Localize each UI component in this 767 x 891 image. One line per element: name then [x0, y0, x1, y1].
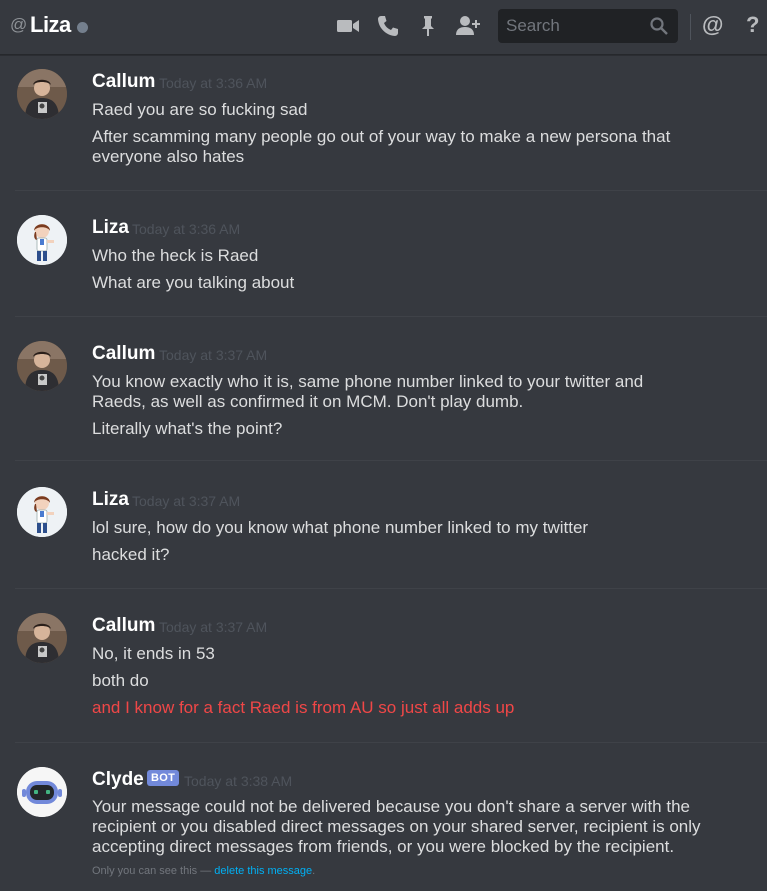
avatar[interactable] — [17, 767, 67, 817]
bot-badge: BOT — [147, 770, 180, 786]
message-divider — [15, 316, 767, 317]
status-indicator — [77, 22, 88, 33]
search-icon[interactable] — [649, 16, 669, 36]
ephemeral-note: Only you can see this — delete this mess… — [92, 865, 315, 877]
message-group: Callum Today at 3:37 AM No, it ends in 5… — [0, 606, 767, 742]
message-timestamp: Today at 3:37 AM — [159, 347, 268, 363]
search-box[interactable] — [498, 9, 678, 43]
ephemeral-end: . — [312, 865, 316, 877]
author-name[interactable]: Liza — [92, 489, 129, 511]
user-avatar-icon — [17, 215, 67, 265]
avatar[interactable] — [17, 487, 67, 537]
message-text: lol sure, how do you know what phone num… — [92, 518, 589, 537]
message-group: Liza Today at 3:37 AM lol sure, how do y… — [0, 480, 767, 588]
author-name[interactable]: Clyde — [92, 769, 144, 791]
avatar[interactable] — [17, 215, 67, 265]
author-name[interactable]: Callum — [92, 615, 155, 637]
message-group: Liza Today at 3:36 AM Who the heck is Ra… — [0, 208, 767, 316]
message-group: Callum Today at 3:37 AM You know exactly… — [0, 334, 767, 460]
message-timestamp: Today at 3:36 AM — [132, 221, 241, 237]
pin-icon[interactable] — [415, 13, 441, 39]
message-divider — [15, 588, 767, 589]
at-icon: @ — [10, 15, 28, 34]
avatar[interactable] — [17, 613, 67, 663]
message-text: After scamming many people go out of you… — [92, 127, 671, 166]
message-text: and I know for a fact Raed is from AU so… — [92, 698, 515, 717]
delete-message-link[interactable]: delete this message — [214, 865, 312, 877]
help-icon[interactable]: ? — [746, 12, 759, 38]
message-text: No, it ends in 53 — [92, 644, 215, 663]
header-divider — [690, 14, 691, 40]
message-timestamp: Today at 3:38 AM — [184, 773, 293, 789]
message-text: Your message could not be delivered beca… — [92, 797, 701, 856]
avatar[interactable] — [17, 69, 67, 119]
message-divider — [15, 190, 767, 191]
add-friend-icon[interactable] — [455, 13, 481, 39]
message-divider — [15, 742, 767, 743]
user-photo-icon — [17, 613, 67, 663]
search-input[interactable] — [498, 9, 643, 43]
author-name[interactable]: Callum — [92, 71, 155, 93]
message-text: What are you talking about — [92, 273, 295, 292]
user-avatar-icon — [17, 487, 67, 537]
mention-icon[interactable]: @ — [702, 12, 723, 38]
channel-title: Liza — [30, 12, 71, 37]
video-call-icon[interactable] — [335, 13, 361, 39]
message-group: Callum Today at 3:36 AM Raed you are so … — [0, 62, 767, 190]
clyde-bot-icon — [17, 767, 67, 817]
message-text: You know exactly who it is, same phone n… — [92, 372, 644, 411]
ephemeral-text: Only you can see this — — [92, 865, 212, 877]
message-text: Who the heck is Raed — [92, 246, 259, 265]
user-photo-icon — [17, 341, 67, 391]
user-photo-icon — [17, 69, 67, 119]
author-name[interactable]: Callum — [92, 343, 155, 365]
channel-header: @ Liza @ ? — [0, 0, 767, 55]
message-text: hacked it? — [92, 545, 170, 564]
message-text: Raed you are so fucking sad — [92, 100, 308, 119]
message-timestamp: Today at 3:36 AM — [159, 75, 268, 91]
message-text: both do — [92, 671, 149, 690]
avatar[interactable] — [17, 341, 67, 391]
voice-call-icon[interactable] — [375, 13, 401, 39]
message-timestamp: Today at 3:37 AM — [159, 619, 268, 635]
message-divider — [15, 460, 767, 461]
message-text: Literally what's the point? — [92, 419, 283, 438]
author-name[interactable]: Liza — [92, 217, 129, 239]
message-group: Clyde BOT Today at 3:38 AM Your message … — [0, 760, 767, 885]
message-timestamp: Today at 3:37 AM — [132, 493, 241, 509]
